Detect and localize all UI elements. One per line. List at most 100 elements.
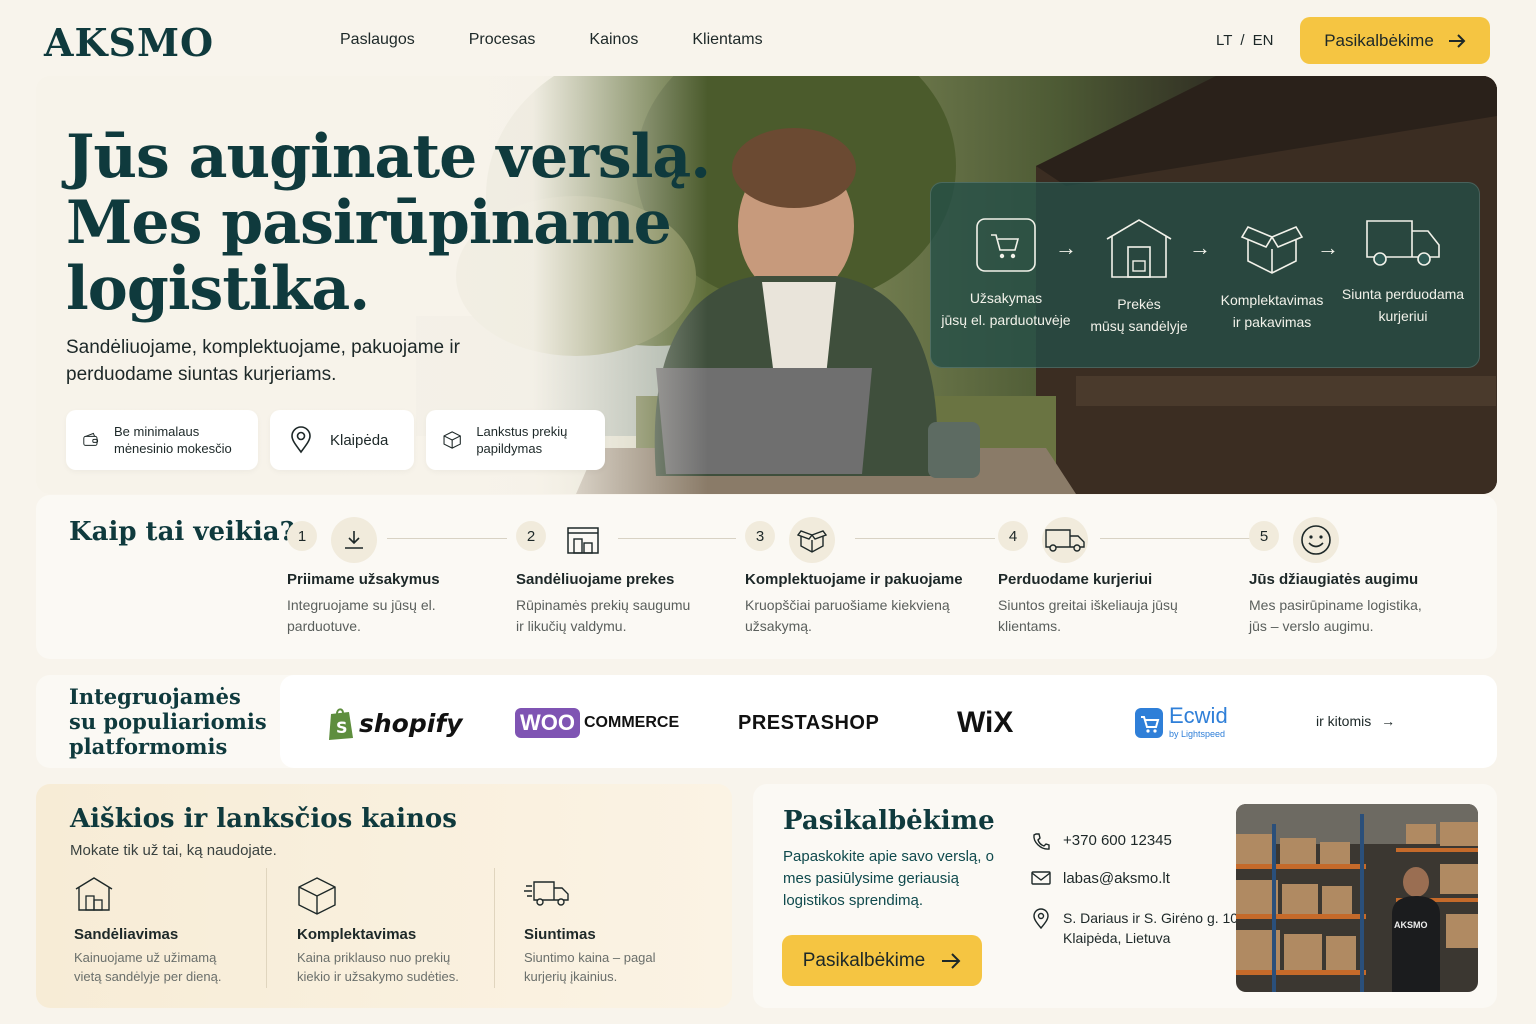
platform-logos: S shopify WOO COMMERCE PRESTASHOP WiX Ec… [280, 675, 1497, 768]
cart-icon [976, 218, 1036, 272]
chip-location: Klaipėda [270, 410, 414, 470]
arrow-right-icon [1448, 33, 1466, 48]
woocommerce-logo[interactable]: WOO COMMERCE [515, 703, 679, 743]
step-icon [789, 517, 835, 563]
ecwid-subtitle: by Lightspeed [1169, 729, 1226, 739]
wix-logo[interactable]: WiX [957, 703, 1013, 743]
step-icon [1293, 517, 1339, 563]
how-title: Kaip tai veikia? [69, 517, 295, 547]
wallet-icon [83, 432, 99, 446]
truck-icon [1366, 220, 1440, 266]
ecwid-wordmark: Ecwid [1169, 703, 1228, 728]
step-number: 5 [1249, 521, 1279, 551]
step-title: Perduodame kurjeriui [998, 571, 1153, 588]
contact-phone[interactable]: +370 600 12345 [1031, 832, 1172, 852]
location-pin-icon [1033, 908, 1049, 930]
chip-restock: Lankstus prekių papildymas [426, 410, 605, 470]
arrow-right-icon [942, 952, 961, 969]
ecwid-logo[interactable]: Ecwid by Lightspeed [1135, 703, 1228, 743]
more-platforms-label: ir kitomis [1316, 713, 1372, 729]
fast-truck-icon [524, 881, 569, 906]
shopify-logo[interactable]: S shopify [327, 703, 463, 743]
step-connector [387, 538, 507, 539]
pricing-subtitle: Mokate tik už tai, ką naudojate. [70, 842, 277, 859]
menu-item-procesas[interactable]: Procesas [469, 31, 536, 49]
lang-en[interactable]: EN [1253, 32, 1274, 49]
pricing-packing: Komplektavimas Kaina priklauso nuo preki… [297, 876, 507, 984]
truck-icon [1045, 529, 1085, 552]
step-icon [1042, 517, 1088, 563]
contact-email-value: labas@aksmo.lt [1063, 870, 1170, 887]
contact-address: S. Dariaus ir S. Girėno g. 10 Klaipėda, … [1031, 908, 1238, 948]
open-box-icon [797, 530, 827, 553]
flow-step-courier-l1: Siunta perduodama [1341, 286, 1465, 302]
hero-subtitle: Sandėliuojame, komplektuojame, pakuojame… [66, 337, 460, 385]
step-title: Sandėliuojame prekes [516, 571, 675, 588]
language-switcher: LT / EN [1212, 32, 1277, 49]
lang-lt[interactable]: LT [1216, 32, 1232, 49]
integrations-title: Integruojamės su populiariomis platformo… [69, 684, 267, 759]
step-title: Komplektuojame ir pakuojame [745, 571, 963, 588]
step-number: 2 [516, 521, 546, 551]
step-connector [618, 538, 736, 539]
contact-address-text: S. Dariaus ir S. Girėno g. 10 Klaipėda, … [1063, 908, 1238, 948]
step-text: Rūpinamės prekių saugumu ir likučių vald… [516, 597, 691, 634]
arrow-right-icon: → [1381, 713, 1396, 729]
contact-button[interactable]: Pasikalbėkime [782, 935, 982, 986]
contact-button-top[interactable]: Pasikalbėkime [1300, 17, 1490, 64]
flow-step-order: Užsakymas jūsų el. parduotuvėje [941, 217, 1071, 331]
pricing-packing-title: Komplektavimas [297, 926, 417, 943]
hero-chips: Be minimalaus mėnesinio mokesčio Klaipėd… [66, 410, 605, 470]
flow-step-packing-l2: ir pakavimas [1232, 314, 1312, 330]
how-it-works: Kaip tai veikia? 1 Priimame užsakymus In… [36, 495, 1497, 659]
pricing-packing-text: Kaina priklauso nuo prekių kiekio ir užs… [297, 950, 459, 984]
chip-no-fee: Be minimalaus mėnesinio mokesčio [66, 410, 258, 470]
contact-button-label: Pasikalbėkime [802, 949, 926, 971]
integrations-title-l3: platformomis [69, 734, 228, 759]
open-box-icon [1240, 225, 1304, 274]
step-number: 3 [745, 521, 775, 551]
mail-icon [1031, 871, 1051, 885]
step-title: Priimame užsakymus [287, 571, 440, 588]
hero-title-line3: logistika. [66, 254, 370, 324]
flow-step-courier-l2: kurjeriui [1378, 308, 1428, 324]
ecwid-cart-icon [1135, 708, 1163, 738]
flow-step-order-l2: jūsų el. parduotuvėje [941, 312, 1071, 328]
flow-step-warehouse-l2: mūsų sandėlyje [1090, 318, 1188, 334]
prestashop-logo[interactable]: PRESTASHOP [738, 703, 879, 743]
step-text: Siuntos greitai iškeliauja jūsų klientam… [998, 597, 1178, 634]
menu-item-paslaugos[interactable]: Paslaugos [340, 31, 415, 49]
main-menu: Paslaugos Procesas Kainos Klientams [340, 31, 817, 49]
flow-step-warehouse-l1: Prekės [1117, 296, 1161, 312]
pricing-divider [494, 868, 495, 988]
svg-text:S: S [336, 718, 348, 737]
flow-step-warehouse: Prekės mūsų sandėlyje [1074, 217, 1204, 337]
menu-item-klientams[interactable]: Klientams [692, 31, 762, 49]
warehouse-icon [75, 877, 113, 911]
hero-title: Jūs auginate verslą. Mes pasirūpiname lo… [66, 122, 711, 324]
shopify-bag-icon: S [329, 708, 353, 740]
contact-email[interactable]: labas@aksmo.lt [1031, 870, 1170, 887]
top-nav: AKSMO Paslaugos Procesas Kainos Klientam… [0, 0, 1536, 80]
warehouse-scene [1236, 804, 1478, 992]
warehouse-photo: AKSMO [1236, 804, 1478, 992]
more-platforms-link[interactable]: ir kitomis → [1316, 713, 1395, 729]
hero-title-line1: Jūs auginate verslą. [66, 122, 711, 192]
pricing-storage-title: Sandėliavimas [74, 926, 179, 943]
box-icon [443, 431, 461, 449]
pricing-storage: Sandėliavimas Kainuojame už užimamą viet… [74, 876, 284, 984]
woocommerce-wordmark: COMMERCE [584, 714, 680, 731]
wix-wordmark: WiX [957, 706, 1014, 739]
contact-button-top-label: Pasikalbėkime [1324, 30, 1434, 50]
flow-arrow-3: → [1317, 235, 1339, 260]
menu-item-kainos[interactable]: Kainos [589, 31, 638, 49]
step-text: Kruopščiai paruošiame kiekvieną užsakymą… [745, 597, 950, 634]
fulfillment-flow: Užsakymas jūsų el. parduotuvėje → Prekės… [930, 182, 1480, 368]
logo[interactable]: AKSMO [44, 20, 214, 65]
shopify-wordmark: shopify [359, 708, 463, 738]
pricing-shipping-text: Siuntimo kaina – pagal kurjerių įkainius… [524, 950, 656, 984]
step-number: 4 [998, 521, 1028, 551]
pricing-title: Aiškios ir lanksčios kainos [70, 804, 457, 834]
smile-icon [1301, 525, 1331, 555]
flow-step-order-l1: Užsakymas [969, 290, 1043, 306]
